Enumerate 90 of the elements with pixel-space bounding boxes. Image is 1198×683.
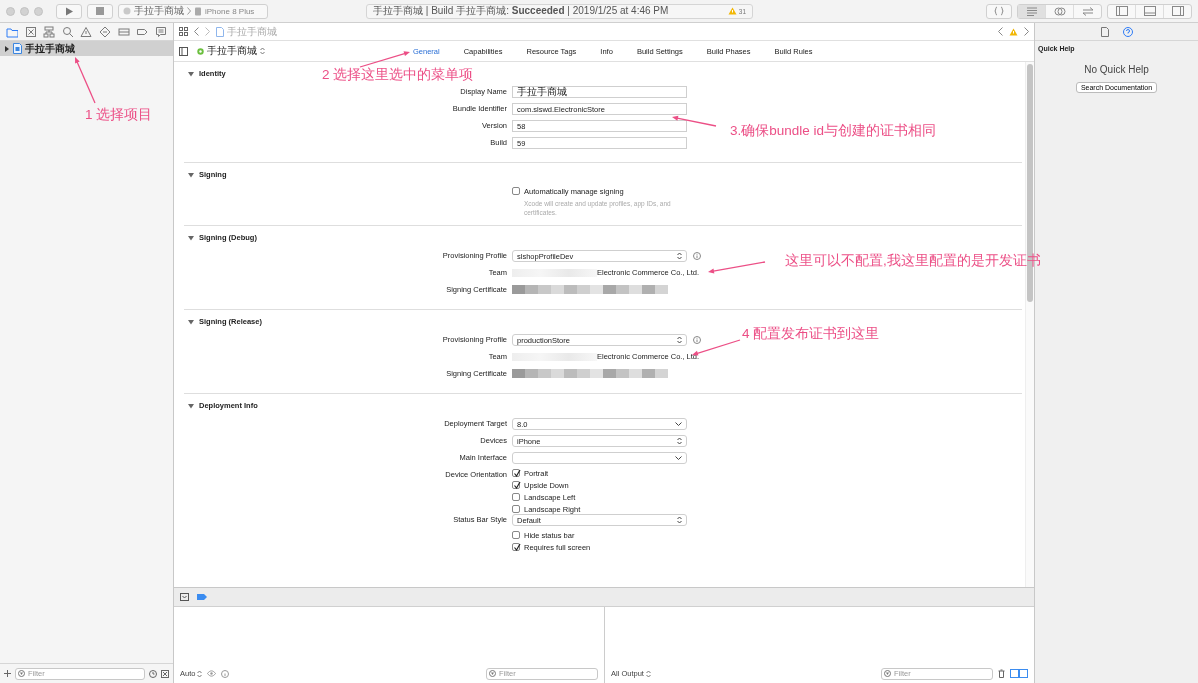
- stop-icon: [96, 7, 104, 15]
- target-selector[interactable]: 手拉手商城: [197, 44, 397, 58]
- forward-icon[interactable]: [1024, 27, 1029, 36]
- disclosure-icon: [188, 234, 194, 241]
- empty-message: No Quick Help: [1083, 64, 1150, 75]
- rings-icon: [1053, 5, 1066, 17]
- stepper-icon: [677, 252, 682, 260]
- forward-icon[interactable]: [205, 27, 210, 36]
- info-icon[interactable]: [693, 336, 701, 344]
- editor-mode-button[interactable]: [1018, 4, 1046, 18]
- disclosure-icon: [188, 402, 194, 409]
- device-icon: [194, 6, 202, 16]
- back-icon[interactable]: [998, 27, 1003, 36]
- warning-icon[interactable]: [80, 25, 93, 38]
- stepper-icon: [645, 669, 651, 678]
- sidebar-toggle-icon[interactable]: [179, 46, 188, 56]
- lines-icon: [1025, 5, 1038, 17]
- chevron-down-icon: [675, 455, 682, 461]
- chevron-icon: [187, 7, 191, 15]
- disclosure-icon: [188, 70, 194, 77]
- warning-icon[interactable]: [1009, 27, 1018, 36]
- right-panel-icon: [1171, 6, 1184, 16]
- braces-icon: [994, 6, 1004, 16]
- diamond-icon[interactable]: [99, 25, 111, 38]
- bars-icon[interactable]: [117, 25, 130, 38]
- checkmark-icon: [513, 543, 521, 552]
- annotation-text: 1 选择项目: [85, 108, 153, 122]
- breakpoint-icon[interactable]: [197, 594, 207, 600]
- hierarchy-icon[interactable]: [43, 25, 56, 38]
- stepper-icon: [677, 437, 682, 445]
- disclosure-icon: [188, 318, 194, 325]
- split-view-icon[interactable]: [1010, 669, 1028, 678]
- checkbox[interactable]: [512, 493, 520, 501]
- build-status: 手拉手商城 | Build 手拉手商城: Succeeded | 2019/1/25 at 4:46 PM: [373, 4, 669, 18]
- back-icon[interactable]: [194, 27, 199, 36]
- hide-debug-icon[interactable]: [180, 593, 189, 601]
- scheme-selector[interactable]: 手拉手商城 iPhone 8 Plus: [118, 3, 268, 19]
- stepper-icon: [260, 47, 265, 55]
- filter-icon: [884, 670, 891, 677]
- speech-bubble-icon[interactable]: [154, 25, 167, 38]
- checkbox[interactable]: [512, 531, 520, 539]
- checkbox[interactable]: [512, 187, 520, 195]
- arrows-icon: [1081, 5, 1094, 17]
- bottom-panel-icon: [1143, 6, 1156, 16]
- project-file-icon: [216, 26, 224, 37]
- app-icon: [123, 7, 131, 15]
- checkbox[interactable]: [512, 469, 520, 477]
- project-file-icon: [13, 43, 22, 54]
- annotation-arrow: [708, 261, 766, 274]
- library-button[interactable]: [986, 3, 1012, 19]
- info-icon[interactable]: [221, 669, 230, 678]
- info-icon[interactable]: [693, 252, 701, 260]
- play-icon: [65, 6, 73, 16]
- stepper-icon: [677, 516, 682, 524]
- chevron-down-icon: [675, 421, 682, 427]
- annotation-text: 2 选择这里选中的菜单项: [322, 68, 474, 82]
- annotation-arrow: [692, 339, 741, 356]
- folder-icon[interactable]: [6, 25, 19, 38]
- annotation-text: 4 配置发布证书到这里: [742, 327, 880, 341]
- disclosure-icon: [4, 45, 10, 52]
- search-icon[interactable]: [61, 25, 74, 38]
- target-icon: [197, 47, 204, 55]
- checkbox[interactable]: [512, 505, 520, 513]
- x-square-icon[interactable]: [161, 669, 169, 678]
- clock-icon[interactable]: [149, 669, 157, 678]
- filter-icon: [18, 670, 25, 677]
- checkbox[interactable]: [512, 543, 520, 551]
- stepper-icon: [197, 669, 203, 678]
- disclosure-icon: [188, 171, 194, 178]
- add-icon[interactable]: [4, 670, 11, 677]
- checkbox[interactable]: [512, 481, 520, 489]
- eye-icon[interactable]: [207, 670, 217, 677]
- annotation-arrow: [75, 57, 96, 104]
- text-field[interactable]: 手拉手商城: [512, 86, 687, 98]
- filter-icon: [489, 670, 496, 677]
- run-button[interactable]: [56, 3, 82, 19]
- annotation-arrow: [359, 51, 410, 68]
- grid-icon[interactable]: [179, 27, 188, 36]
- stepper-icon: [677, 336, 682, 344]
- help-icon[interactable]: [1122, 26, 1133, 37]
- x-square-icon[interactable]: [24, 25, 37, 38]
- stop-button[interactable]: [87, 3, 113, 19]
- trash-icon[interactable]: [998, 669, 1005, 678]
- left-panel-icon: [1115, 6, 1128, 16]
- annotation-arrow: [672, 115, 717, 127]
- project-item[interactable]: 手拉手商城: [0, 41, 173, 56]
- annotation-text: 这里可以不配置,我这里配置的是开发证书: [785, 254, 1041, 268]
- warning-icon: [727, 7, 737, 15]
- file-icon[interactable]: [1100, 26, 1109, 37]
- annotation-text: 3.确保bundle id与创建的证书相同: [730, 124, 937, 138]
